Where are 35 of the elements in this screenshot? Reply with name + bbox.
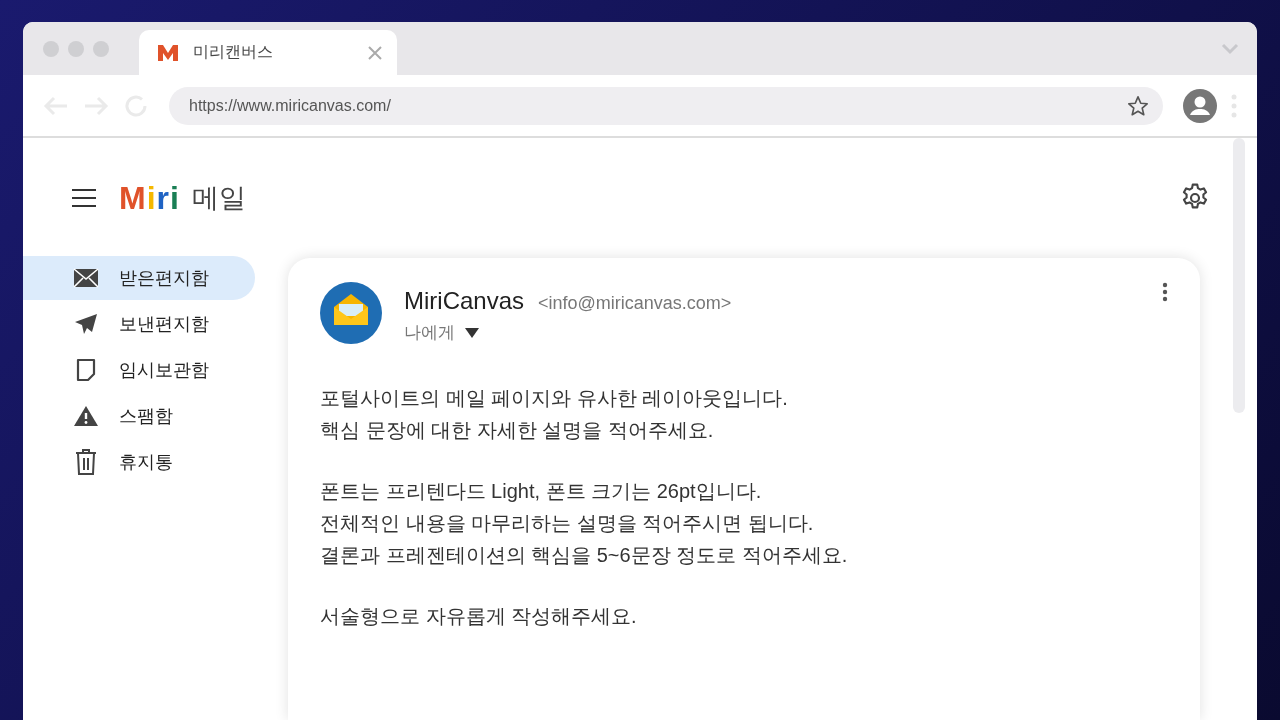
app-title: 메일 — [191, 182, 246, 215]
window-control-icon[interactable] — [93, 40, 109, 57]
menu-icon[interactable] — [71, 188, 97, 208]
sender-name: MiriCanvas — [404, 287, 525, 315]
sidebar-item[interactable]: 받은편지함 — [23, 256, 255, 300]
more-vertical-icon[interactable] — [1162, 282, 1168, 302]
profile-avatar-icon[interactable] — [1183, 88, 1217, 123]
body-text: 전체적인 내용을 마무리하는 설명을 적어주시면 됩니다. — [320, 511, 815, 536]
envelope-avatar-icon — [320, 282, 382, 344]
body-text: 결론과 프레젠테이션의 핵심을 5~6문장 정도로 적어주세요. — [320, 543, 849, 568]
body-text: 서술형으로 자유롭게 작성해주세요. — [320, 604, 638, 629]
warning-icon — [73, 405, 99, 427]
body-text: 포털사이트의 메일 페이지와 유사한 레이아웃입니다. — [320, 386, 789, 411]
address-bar[interactable]: https://www.miricanvas.com/ — [169, 86, 1163, 125]
body-text: 핵심 문장에 대한 자세한 설명을 적어주세요. — [320, 418, 715, 443]
scrollbar-thumb[interactable] — [1233, 138, 1245, 413]
envelope-icon — [73, 268, 99, 288]
sidebar-item[interactable]: 스팸함 — [23, 394, 255, 438]
sidebar-item[interactable]: 휴지통 — [23, 440, 255, 484]
star-icon[interactable] — [1127, 94, 1149, 117]
sender-address: <info@miricanvas.com> — [538, 293, 732, 314]
browser-tab[interactable]: 미리캔버스 — [139, 30, 397, 75]
m-logo-icon — [157, 43, 179, 62]
body-text: 폰트는 프리텐다드 Light, 폰트 크기는 26pt입니다. — [320, 479, 763, 504]
window-control-icon[interactable] — [68, 40, 84, 57]
sidebar-item[interactable]: 보낸편지함 — [23, 302, 255, 346]
window-control-icon[interactable] — [43, 40, 59, 57]
paper-plane-icon — [73, 313, 99, 335]
trash-icon — [73, 449, 99, 475]
logo: Miri — [119, 179, 180, 217]
sidebar-item[interactable]: 임시보관함 — [23, 348, 255, 392]
caret-icon — [465, 327, 479, 338]
recipient-dropdown[interactable]: 나에게 — [404, 321, 732, 344]
close-icon[interactable] — [367, 44, 383, 61]
chevron-down-icon[interactable] — [1221, 42, 1239, 55]
